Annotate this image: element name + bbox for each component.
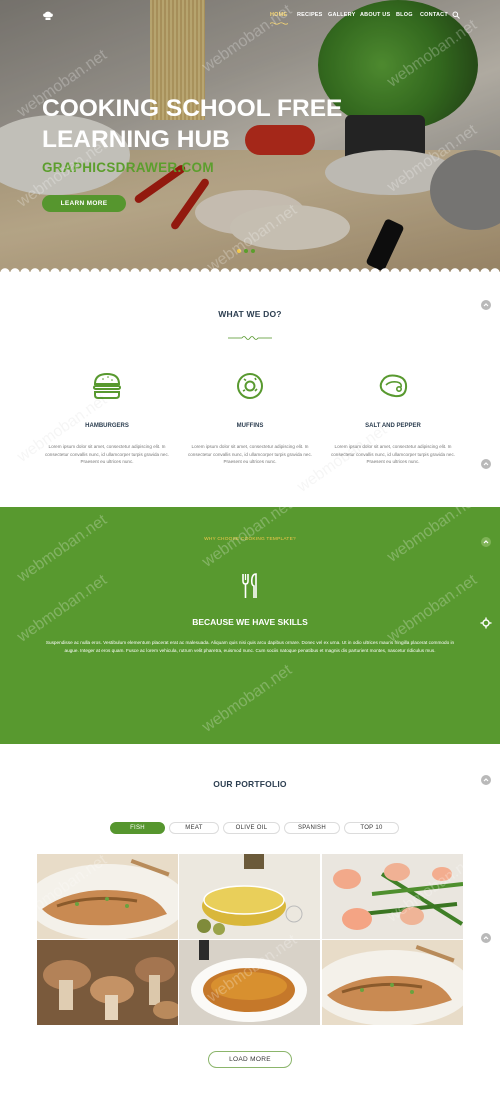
chevron-up-icon — [483, 778, 489, 782]
scroll-up-button[interactable] — [481, 933, 491, 943]
skills-text: Suspendisse ac nulla eros. Vestibulum el… — [45, 640, 455, 653]
hero-subtitle: GRAPHICSDRAWER.COM — [42, 160, 214, 175]
scroll-up-button[interactable] — [481, 775, 491, 785]
load-more-button[interactable]: LOAD MORE — [208, 1051, 292, 1068]
portfolio-filters: FISH MEAT OLIVE OIL SPANISH TOP 10 — [110, 822, 399, 834]
feature-salt-and-pepper: SALT AND PEPPER Lorem ipsum dolor sit am… — [323, 370, 463, 466]
gear-icon[interactable] — [480, 617, 492, 629]
feature-name: HAMBURGERS — [85, 423, 129, 429]
filter-meat[interactable]: MEAT — [169, 822, 219, 834]
portfolio-tile-mushrooms[interactable] — [37, 940, 178, 1025]
chevron-up-icon — [483, 936, 489, 940]
filter-olive-oil[interactable]: OLIVE OIL — [223, 822, 280, 834]
shrimp-dish-image — [322, 854, 463, 939]
feature-text: Lorem ipsum dolor sit amet, consectetur … — [44, 444, 170, 464]
portfolio-title: OUR PORTFOLIO — [213, 779, 287, 789]
portfolio-section: OUR PORTFOLIO FISH MEAT OLIVE OIL SPANIS… — [0, 744, 500, 1100]
feature-text: Lorem ipsum dolor sit amet, consectetur … — [187, 444, 313, 464]
steak-icon — [379, 374, 408, 398]
nav-active-squiggle-icon — [270, 22, 288, 25]
feature-muffins: MUFFINS Lorem ipsum dolor sit amet, cons… — [180, 370, 320, 466]
hero-title: COOKING SCHOOL FREE LEARNING HUB — [42, 95, 343, 153]
nav-item-home[interactable]: HOME — [270, 12, 287, 18]
hamburger-icon — [93, 372, 121, 399]
slider-dot[interactable] — [251, 249, 255, 253]
skills-section: WHY CHOOSE COOKING TEMPLATE? BECAUSE WE … — [0, 507, 500, 744]
mushrooms-image — [37, 940, 178, 1025]
chevron-up-icon — [483, 303, 489, 307]
nav-item-contact[interactable]: CONTACT — [420, 12, 448, 18]
title-squiggle-icon — [228, 336, 272, 340]
hero-section: HOME RECIPES GALLERY ABOUT US BLOG CONTA… — [0, 0, 500, 272]
scroll-up-button[interactable] — [481, 459, 491, 469]
slider-dot[interactable] — [237, 249, 241, 253]
fish-dish-image — [37, 854, 178, 939]
portfolio-tile-olive-oil[interactable] — [179, 854, 320, 939]
olive-oil-image — [179, 854, 320, 939]
feature-text: Lorem ipsum dolor sit amet, consectetur … — [330, 444, 456, 464]
fish-dish-image — [322, 940, 463, 1025]
top-nav: HOME RECIPES GALLERY ABOUT US BLOG CONTA… — [0, 8, 500, 26]
nav-item-about-us[interactable]: ABOUT US — [360, 12, 390, 18]
filter-spanish[interactable]: SPANISH — [284, 822, 340, 834]
what-we-do-section: WHAT WE DO? HAMBURGERS Lorem ipsum dolor… — [0, 272, 500, 508]
chef-hat-logo-icon[interactable] — [42, 10, 54, 22]
soup-image — [179, 940, 320, 1025]
feature-hamburgers: HAMBURGERS Lorem ipsum dolor sit amet, c… — [37, 370, 177, 466]
scroll-up-button[interactable] — [481, 300, 491, 310]
slider-dots — [237, 240, 258, 258]
chevron-up-icon — [483, 540, 489, 544]
slider-dot[interactable] — [244, 249, 248, 253]
feature-name: SALT AND PEPPER — [365, 423, 421, 429]
hero-wave-divider — [0, 265, 500, 272]
portfolio-tile-fish[interactable] — [37, 854, 178, 939]
filter-fish[interactable]: FISH — [110, 822, 165, 834]
nav-item-gallery[interactable]: GALLERY — [328, 12, 355, 18]
learn-more-button[interactable]: LEARN MORE — [42, 195, 126, 212]
scroll-up-button[interactable] — [481, 537, 491, 547]
search-icon[interactable] — [452, 11, 460, 19]
portfolio-tile-fish-2[interactable] — [322, 940, 463, 1025]
portfolio-grid — [37, 854, 463, 1025]
fork-knife-icon — [242, 573, 257, 598]
skills-eyebrow: WHY CHOOSE COOKING TEMPLATE? — [204, 537, 296, 542]
portfolio-tile-soup[interactable] — [179, 940, 320, 1025]
portfolio-tile-shrimp[interactable] — [322, 854, 463, 939]
filter-top-10[interactable]: TOP 10 — [344, 822, 399, 834]
nav-item-recipes[interactable]: RECIPES — [297, 12, 323, 18]
donut-icon — [237, 373, 263, 399]
chevron-up-icon — [483, 462, 489, 466]
skills-title: BECAUSE WE HAVE SKILLS — [192, 617, 308, 627]
nav-item-blog[interactable]: BLOG — [396, 12, 413, 18]
what-we-do-title: WHAT WE DO? — [218, 309, 282, 319]
feature-name: MUFFINS — [236, 423, 264, 429]
